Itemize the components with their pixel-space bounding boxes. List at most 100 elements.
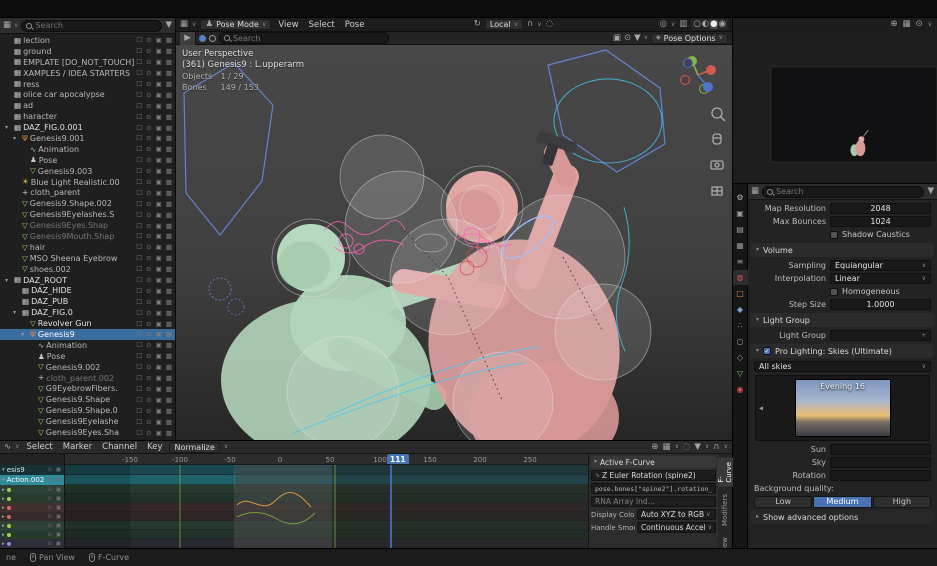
chevron-down-icon[interactable]: ∨ <box>724 444 728 450</box>
chevron-down-icon[interactable]: ∨ <box>705 444 709 450</box>
visibility-toggles[interactable]: ☐ ⊙ ▣ ▩ <box>136 222 173 230</box>
channel-toggles[interactable]: ⊙ ▣ <box>47 541 62 547</box>
expand-arrow-icon[interactable]: ▸ <box>2 541 5 547</box>
visibility-toggles[interactable]: ☐ ⊙ ▣ ▩ <box>136 58 173 66</box>
outliner-item-shoes-002[interactable]: ▽shoes.002☐ ⊙ ▣ ▩ <box>0 264 175 275</box>
outliner-item-lection[interactable]: ▦lection☐ ⊙ ▣ ▩ <box>0 35 175 46</box>
pro-lighting-checkbox[interactable]: ✓ <box>763 347 771 355</box>
add-icon[interactable]: + <box>921 333 926 339</box>
visibility-toggles[interactable]: ☐ ⊙ ▣ ▩ <box>136 385 173 393</box>
outliner-item-genesis9-shape-0[interactable]: ▽Genesis9.Shape.0☐ ⊙ ▣ ▩ <box>0 405 175 416</box>
expand-arrow-icon[interactable]: ▸ <box>2 496 5 502</box>
visibility-toggles[interactable]: ☐ ⊙ ▣ ▩ <box>136 320 173 328</box>
expand-arrow-icon[interactable]: ▸ <box>2 505 5 511</box>
visibility-toggles[interactable]: ☐ ⊙ ▣ ▩ <box>136 330 173 338</box>
expand-arrow-icon[interactable]: ▸ <box>2 514 5 520</box>
visibility-toggles[interactable]: ☐ ⊙ ▣ ▩ <box>136 287 173 295</box>
outliner-item-daz-root[interactable]: ▾▦DAZ_ROOT☐ ⊙ ▣ ▩ <box>0 275 175 286</box>
outliner-editor-type-icon[interactable]: ▦ <box>3 21 11 30</box>
outliner-item-genesis9eyes-shap[interactable]: ▽Genesis9Eyes.Shap☐ ⊙ ▣ ▩ <box>0 220 175 231</box>
graph-channel-row[interactable]: ▸⊙ ▣ <box>0 530 64 539</box>
snap-icon[interactable]: ∩ <box>527 20 533 29</box>
properties-search-input[interactable] <box>776 187 919 196</box>
outliner-search-input[interactable] <box>35 21 157 30</box>
visibility-toggles[interactable]: ☐ ⊙ ▣ ▩ <box>136 363 173 371</box>
graph-channel-row[interactable]: ▾Action.002⊙ ▣ <box>0 475 64 485</box>
chevron-down-icon[interactable]: ∨ <box>537 22 541 28</box>
outliner-item-xamples-idea-starters[interactable]: ▦XAMPLES / IDEA STARTERS☐ ⊙ ▣ ▩ <box>0 68 175 79</box>
properties-tab-constraints-icon[interactable]: ◇ <box>733 350 748 365</box>
visibility-toggles[interactable]: ☐ ⊙ ▣ ▩ <box>136 407 173 415</box>
visibility-toggles[interactable]: ☐ ⊙ ▣ ▩ <box>136 254 173 262</box>
all-skies-dropdown[interactable]: All skies ∨ <box>754 361 931 372</box>
visibility-toggles[interactable]: ☐ ⊙ ▣ ▩ <box>136 418 173 426</box>
visibility-toggles[interactable]: ☐ ⊙ ▣ ▩ <box>136 167 173 175</box>
max-bounces-field[interactable]: 1024 <box>830 216 931 227</box>
outliner-item-revolver-gun[interactable]: ▽Revolver Gun☐ ⊙ ▣ ▩ <box>0 318 175 329</box>
visibility-toggles[interactable]: ☐ ⊙ ▣ ▩ <box>136 47 173 55</box>
preview-canvas[interactable] <box>733 31 937 183</box>
visibility-toggles[interactable]: ☐ ⊙ ▣ ▩ <box>136 341 173 349</box>
graph-editor-type-icon[interactable]: ∿ <box>4 443 11 452</box>
expand-arrow-icon[interactable]: ▾ <box>5 124 12 131</box>
visibility-toggles[interactable]: ☐ ⊙ ▣ ▩ <box>136 265 173 273</box>
outliner-item-daz-fig-0[interactable]: ▾▦DAZ_FIG.0☐ ⊙ ▣ ▩ <box>0 307 175 318</box>
tool-option-dot-icon[interactable] <box>199 35 206 42</box>
visibility-filter-icon[interactable]: ⊙ <box>624 34 631 43</box>
expand-arrow-icon[interactable]: ▾ <box>2 477 5 483</box>
chevron-down-icon[interactable]: ∨ <box>224 444 228 450</box>
graph-channel-row[interactable]: ▸⊙ ▣ <box>0 512 64 521</box>
chevron-down-icon[interactable]: ∨ <box>15 444 19 450</box>
outliner-item-daz-pub[interactable]: ▦DAZ_PUB☐ ⊙ ▣ ▩ <box>0 296 175 307</box>
grid-icon[interactable]: ▦ <box>663 443 671 452</box>
visibility-toggles[interactable]: ☐ ⊙ ▣ ▩ <box>136 189 173 197</box>
active-tool-button[interactable]: ▶ <box>180 32 196 45</box>
outliner-item-ground[interactable]: ▦ground☐ ⊙ ▣ ▩ <box>0 46 175 57</box>
gizmo-icon[interactable]: ⊕ <box>890 20 897 29</box>
filter-icon[interactable]: ▼ <box>927 187 934 196</box>
properties-search[interactable] <box>762 186 924 198</box>
proportional-edit-icon[interactable]: ◌ <box>683 443 690 452</box>
previous-sky-arrow-icon[interactable]: ◂ <box>759 404 763 413</box>
visibility-toggles[interactable]: ☐ ⊙ ▣ ▩ <box>136 200 173 208</box>
graph-key-menu[interactable]: Key <box>144 442 165 452</box>
shading-wireframe-icon[interactable]: ○ <box>693 20 700 29</box>
grid-icon[interactable]: ▦ <box>902 20 910 29</box>
viewport-3d-scene[interactable] <box>176 45 732 440</box>
normalize-toggle[interactable]: Normalize <box>169 442 219 453</box>
properties-tab-physics-icon[interactable]: ○ <box>733 334 748 349</box>
quality-low-button[interactable]: Low <box>754 496 812 508</box>
outliner-item-animation[interactable]: ∿Animation☐ ⊙ ▣ ▩ <box>0 144 175 155</box>
outliner-item-genesis9-002[interactable]: ▽Genesis9.002☐ ⊙ ▣ ▩ <box>0 362 175 373</box>
orientation-selector[interactable]: Local ∨ <box>485 19 523 30</box>
light-group-section-header[interactable]: ▾ Light Group <box>751 313 934 327</box>
interpolation-dropdown[interactable]: Linear ∨ <box>830 273 931 284</box>
channel-toggles[interactable]: ⊙ ▣ <box>47 477 62 483</box>
viewport-editor-type-icon[interactable]: ▦ <box>180 20 188 29</box>
shading-solid-icon[interactable]: ◐ <box>702 20 709 29</box>
visibility-toggles[interactable]: ☐ ⊙ ▣ ▩ <box>136 91 173 99</box>
outliner-item-ress[interactable]: ▦ress☐ ⊙ ▣ ▩ <box>0 79 175 90</box>
outliner-item-daz-fig-0-001[interactable]: ▾▦DAZ_FIG.0.001☐ ⊙ ▣ ▩ <box>0 122 175 133</box>
graph-select-menu[interactable]: Select <box>24 442 56 452</box>
shading-material-icon[interactable]: ● <box>710 20 717 29</box>
visibility-toggles[interactable]: ☐ ⊙ ▣ ▩ <box>136 69 173 77</box>
viewport-canvas[interactable]: User Perspective (361) Genesis9 : L.uppe… <box>176 45 732 440</box>
outliner-item-pose[interactable]: ♟Pose☐ ⊙ ▣ ▩ <box>0 155 175 166</box>
visibility-toggles[interactable]: ☐ ⊙ ▣ ▩ <box>136 429 173 437</box>
outliner-item-genesis9-shape[interactable]: ▽Genesis9.Shape☐ ⊙ ▣ ▩ <box>0 394 175 405</box>
channel-toggles[interactable]: ⊙ ▣ <box>47 532 62 538</box>
display-color-dropdown[interactable]: Auto XYZ to RGB ∨ <box>637 509 716 520</box>
outliner-item-genesis9mouth-shap[interactable]: ▽Genesis9Mouth.Shap☐ ⊙ ▣ ▩ <box>0 231 175 242</box>
outliner-search[interactable] <box>21 20 162 32</box>
keyframe-canvas[interactable] <box>65 465 588 548</box>
properties-tab-modifiers-icon[interactable]: ◆ <box>733 302 748 317</box>
visibility-toggles[interactable]: ☐ ⊙ ▣ ▩ <box>136 36 173 44</box>
outliner-item-genesis9[interactable]: ▾ΨGenesis9☐ ⊙ ▣ ▩ <box>0 329 175 340</box>
graph-channel-row[interactable]: ▸⊙ ▣ <box>0 494 64 503</box>
view-menu[interactable]: View <box>275 20 301 30</box>
chevron-down-icon[interactable]: ∨ <box>675 444 679 450</box>
outliner-item-g9eyebrowfibers-[interactable]: ▽G9EyebrowFibers.☐ ⊙ ▣ ▩ <box>0 384 175 395</box>
channel-toggles[interactable]: ⊙ ▣ <box>47 467 62 473</box>
graph-channel-row[interactable]: ▾esis9⊙ ▣ <box>0 465 64 475</box>
